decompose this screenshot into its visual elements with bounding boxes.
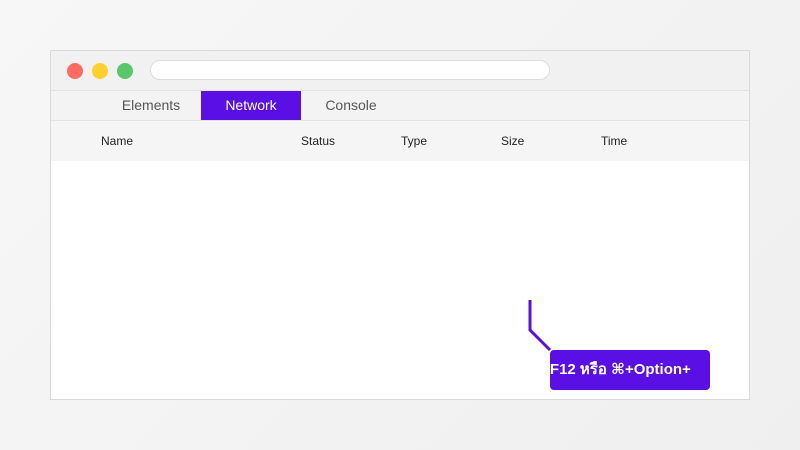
tab-elements[interactable]: Elements — [101, 91, 201, 120]
devtools-tab-bar: Elements Network Console — [51, 91, 749, 121]
column-name[interactable]: Name — [101, 121, 133, 161]
browser-window: Elements Network Console Name Status Typ… — [50, 50, 750, 400]
window-titlebar — [51, 51, 749, 91]
column-type[interactable]: Type — [401, 121, 427, 161]
column-size[interactable]: Size — [501, 121, 524, 161]
minimize-light[interactable] — [92, 63, 108, 79]
network-table-header: Name Status Type Size Time — [51, 121, 749, 161]
column-status[interactable]: Status — [301, 121, 335, 161]
tab-console[interactable]: Console — [301, 91, 401, 120]
close-light[interactable] — [67, 63, 83, 79]
zoom-light[interactable] — [117, 63, 133, 79]
shortcut-callout: ด F12 หรือ ⌘+Option+ — [550, 350, 710, 390]
shortcut-callout-text: ด F12 หรือ ⌘+Option+ — [550, 361, 691, 378]
address-bar[interactable] — [150, 60, 550, 80]
column-time[interactable]: Time — [601, 121, 627, 161]
tab-network[interactable]: Network — [201, 91, 301, 120]
